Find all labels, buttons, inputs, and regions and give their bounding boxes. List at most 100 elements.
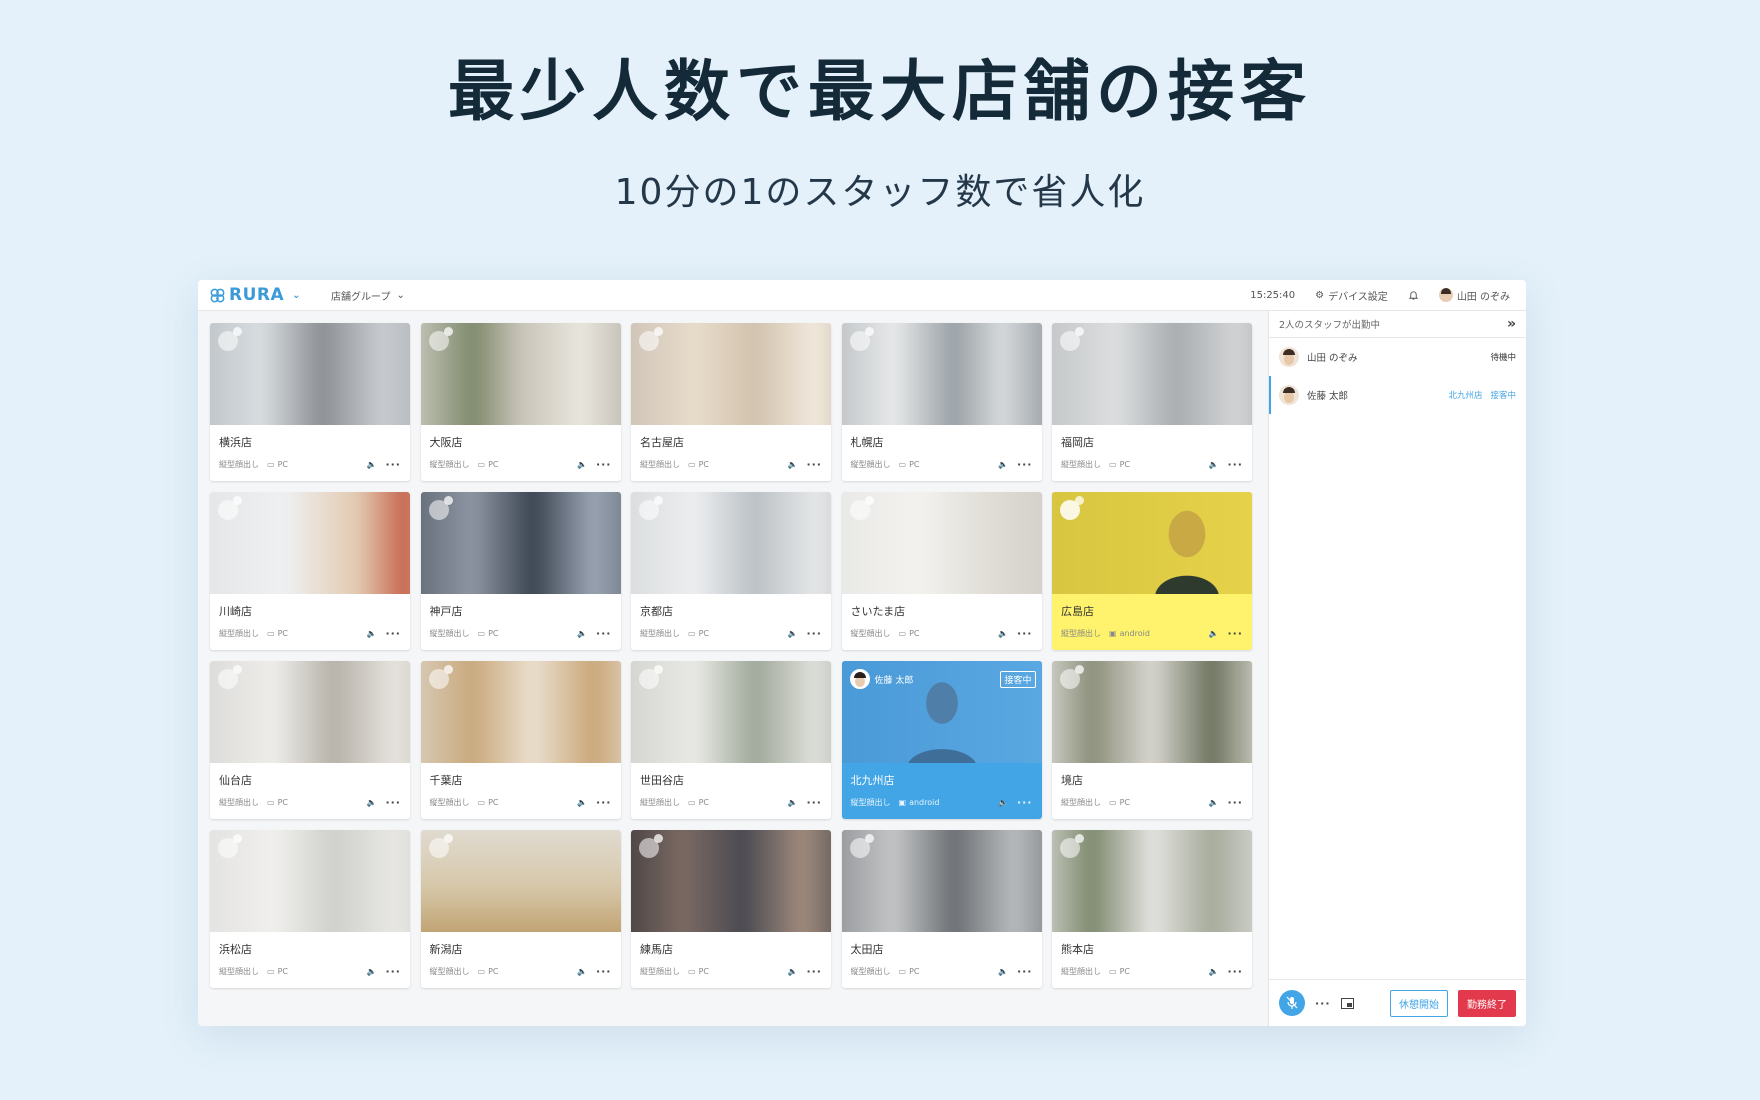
store-card[interactable]: 大阪店 縦型顔出し ▭ PC 🔈 ··· xyxy=(420,323,621,481)
store-card-in-service[interactable]: 佐藤 太郎 接客中 北九州店 縦型顔出し ▣ android 🔈 ··· xyxy=(841,661,1042,819)
store-group-label: 店舗グループ xyxy=(331,291,391,303)
user-icon xyxy=(849,327,874,351)
store-group-select[interactable]: 店舗グループ ⌄ xyxy=(331,288,405,303)
user-icon xyxy=(428,665,453,689)
speaker-icon[interactable]: 🔈 xyxy=(577,460,587,469)
store-card[interactable]: 新潟店 縦型顔出し ▭ PC 🔈 ··· xyxy=(420,830,621,988)
speaker-icon[interactable]: 🔈 xyxy=(366,629,376,638)
more-options-icon[interactable]: ··· xyxy=(596,965,612,978)
speaker-icon[interactable]: 🔈 xyxy=(577,967,587,976)
user-menu[interactable]: 山田 のぞみ xyxy=(1438,288,1510,303)
store-camera-view xyxy=(1052,830,1252,932)
speaker-icon[interactable]: 🔈 xyxy=(1208,798,1218,807)
store-name: 横浜店 xyxy=(219,436,252,449)
more-options-icon[interactable]: ··· xyxy=(1227,627,1243,640)
display-mode: 縦型顔出し xyxy=(429,967,470,976)
more-options-icon[interactable]: ··· xyxy=(806,796,822,809)
more-options-icon[interactable]: ··· xyxy=(806,627,822,640)
speaker-icon[interactable]: 🔈 xyxy=(787,629,797,638)
avatar xyxy=(1438,288,1453,302)
store-name: 太田店 xyxy=(850,943,884,956)
monitor-icon: ▭ xyxy=(267,460,275,469)
store-card[interactable]: 練馬店 縦型顔出し ▭ PC 🔈 ··· xyxy=(631,830,831,988)
bell-icon[interactable] xyxy=(1408,290,1419,301)
microphone-off-icon[interactable] xyxy=(1279,990,1305,1016)
picture-in-picture-icon[interactable] xyxy=(1340,994,1354,1013)
speaker-icon[interactable]: 🔈 xyxy=(577,798,587,807)
speaker-icon[interactable]: 🔈 xyxy=(787,460,797,469)
device-type: PC xyxy=(488,460,499,469)
chevron-down-icon: ⌄ xyxy=(396,289,405,301)
speaker-icon[interactable]: 🔈 xyxy=(1208,967,1218,976)
store-card[interactable]: 横浜店 縦型顔出し ▭ PC 🔈 ··· xyxy=(210,323,410,481)
more-options-icon[interactable]: ··· xyxy=(806,965,822,978)
staff-row[interactable]: 佐藤 太郎 北九州店 接客中 xyxy=(1269,376,1526,414)
more-options-icon[interactable]: ··· xyxy=(1227,965,1243,978)
end-shift-button[interactable]: 勤務終了 xyxy=(1458,989,1516,1017)
more-options-icon[interactable]: ··· xyxy=(806,458,822,471)
start-break-button[interactable]: 休憩開始 xyxy=(1390,989,1448,1017)
more-options-icon[interactable]: ··· xyxy=(1315,997,1331,1010)
store-card[interactable]: 福岡店 縦型顔出し ▭ PC 🔈 ··· xyxy=(1052,323,1252,481)
store-card[interactable]: 千葉店 縦型顔出し ▭ PC 🔈 ··· xyxy=(420,661,621,819)
staff-panel-footer: ··· 休憩開始 勤務終了 xyxy=(1269,979,1526,1026)
more-options-icon[interactable]: ··· xyxy=(1017,965,1033,978)
store-card[interactable]: 浜松店 縦型顔出し ▭ PC 🔈 ··· xyxy=(210,830,410,988)
more-options-icon[interactable]: ··· xyxy=(596,458,612,471)
store-card[interactable]: 札幌店 縦型顔出し ▭ PC 🔈 ··· xyxy=(841,323,1042,481)
speaker-icon[interactable]: 🔈 xyxy=(577,629,587,638)
speaker-icon[interactable]: 🔈 xyxy=(366,460,376,469)
speaker-icon[interactable]: 🔈 xyxy=(998,460,1008,469)
chevron-down-icon[interactable]: ⌄ xyxy=(292,290,301,301)
speaker-icon[interactable]: 🔈 xyxy=(787,798,797,807)
device-type: PC xyxy=(488,798,499,807)
speaker-icon[interactable]: 🔈 xyxy=(1208,629,1218,638)
store-card[interactable]: 世田谷店 縦型顔出し ▭ PC 🔈 ··· xyxy=(631,661,831,819)
device-settings-button[interactable]: ⚙ デバイス設定 xyxy=(1315,288,1388,303)
store-camera-view xyxy=(420,661,621,763)
rura-logo-icon xyxy=(210,288,225,302)
speaker-icon[interactable]: 🔈 xyxy=(998,798,1008,807)
more-options-icon[interactable]: ··· xyxy=(385,627,401,640)
expand-icon[interactable]: » xyxy=(1507,316,1516,332)
staff-name: 佐藤 太郎 xyxy=(874,675,914,686)
more-options-icon[interactable]: ··· xyxy=(385,965,401,978)
more-options-icon[interactable]: ··· xyxy=(1227,796,1243,809)
more-options-icon[interactable]: ··· xyxy=(385,458,401,471)
store-card[interactable]: 仙台店 縦型顔出し ▭ PC 🔈 ··· xyxy=(210,661,410,819)
store-card-active[interactable]: 広島店 縦型顔出し ▣ android 🔈 ··· xyxy=(1052,492,1252,650)
user-icon xyxy=(849,496,874,520)
more-options-icon[interactable]: ··· xyxy=(1017,796,1033,809)
speaker-icon[interactable]: 🔈 xyxy=(998,967,1008,976)
store-name: 世田谷店 xyxy=(640,774,684,787)
store-card[interactable]: 太田店 縦型顔出し ▭ PC 🔈 ··· xyxy=(841,830,1042,988)
more-options-icon[interactable]: ··· xyxy=(1227,458,1243,471)
speaker-icon[interactable]: 🔈 xyxy=(787,967,797,976)
monitor-icon: ▭ xyxy=(898,967,907,976)
staff-row[interactable]: 山田 のぞみ 待機中 xyxy=(1269,338,1526,376)
speaker-icon[interactable]: 🔈 xyxy=(366,967,376,976)
store-card[interactable]: さいたま店 縦型顔出し ▭ PC 🔈 ··· xyxy=(841,492,1042,650)
more-options-icon[interactable]: ··· xyxy=(596,627,612,640)
store-card[interactable]: 神戸店 縦型顔出し ▭ PC 🔈 ··· xyxy=(420,492,621,650)
device-type: android xyxy=(1119,629,1150,638)
store-card[interactable]: 京都店 縦型顔出し ▭ PC 🔈 ··· xyxy=(631,492,831,650)
user-icon xyxy=(218,665,242,689)
gear-icon: ⚙ xyxy=(1315,289,1325,301)
store-card[interactable]: 川崎店 縦型顔出し ▭ PC 🔈 ··· xyxy=(210,492,410,650)
more-options-icon[interactable]: ··· xyxy=(1017,627,1033,640)
user-icon xyxy=(428,834,453,858)
store-card[interactable]: 熊本店 縦型顔出し ▭ PC 🔈 ··· xyxy=(1052,830,1252,988)
store-card[interactable]: 名古屋店 縦型顔出し ▭ PC 🔈 ··· xyxy=(631,323,831,481)
more-options-icon[interactable]: ··· xyxy=(1017,458,1033,471)
speaker-icon[interactable]: 🔈 xyxy=(998,629,1008,638)
device-type: PC xyxy=(698,629,709,638)
speaker-icon[interactable]: 🔈 xyxy=(366,798,376,807)
staff-name: 佐藤 太郎 xyxy=(1307,391,1349,402)
store-card[interactable]: 境店 縦型顔出し ▭ PC 🔈 ··· xyxy=(1052,661,1252,819)
device-type: PC xyxy=(488,967,499,976)
more-options-icon[interactable]: ··· xyxy=(596,796,612,809)
speaker-icon[interactable]: 🔈 xyxy=(1208,460,1218,469)
logo[interactable]: RURA ⌄ xyxy=(210,285,301,305)
more-options-icon[interactable]: ··· xyxy=(385,796,401,809)
